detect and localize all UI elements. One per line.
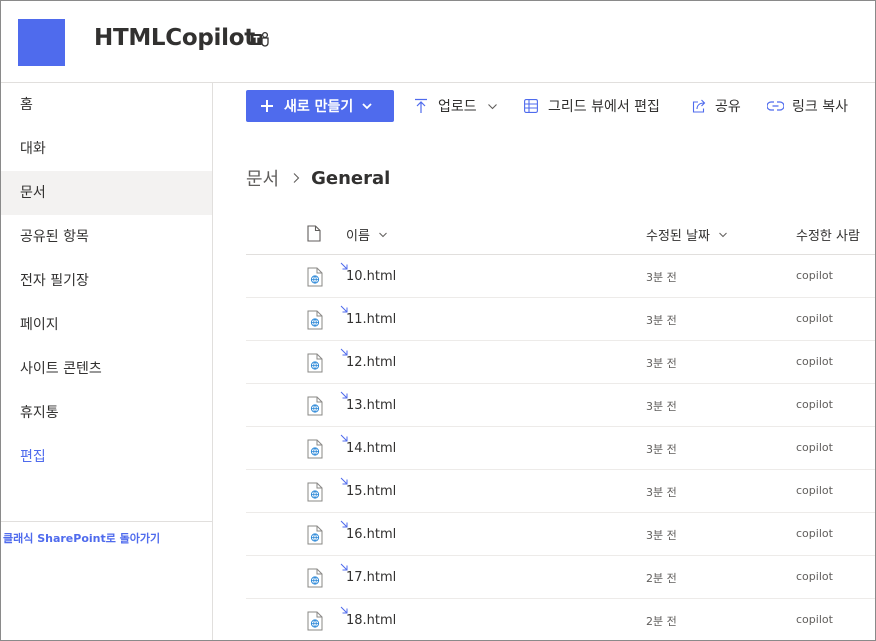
file-name-link[interactable]: 17.html (346, 570, 396, 585)
new-button[interactable]: 새로 만들기 (246, 90, 394, 122)
modified-by: copilot (796, 613, 833, 626)
nav-item-site-contents[interactable]: 사이트 콘텐츠 (1, 347, 212, 391)
nav-item-recycle-bin[interactable]: 휴지통 (1, 391, 212, 435)
link-icon (767, 101, 784, 111)
modified-by: copilot (796, 441, 833, 454)
html-file-icon (307, 396, 323, 416)
file-name-link[interactable]: 12.html (346, 355, 396, 370)
list-row[interactable]: 18.html 2분 전 copilot (246, 599, 875, 640)
sharepoint-window: HTMLCopilot 홈 대화 문서 공유된 항목 전자 필기장 페이지 사이… (0, 0, 876, 641)
chevron-right-icon (293, 173, 300, 183)
plus-icon (261, 100, 273, 112)
nav-divider (1, 521, 212, 522)
chevron-down-icon (362, 103, 372, 110)
list-row[interactable]: 10.html 3분 전 copilot (246, 255, 875, 298)
upload-label: 업로드 (438, 99, 477, 115)
html-file-icon (307, 439, 323, 459)
file-name-link[interactable]: 13.html (346, 398, 396, 413)
html-file-icon (307, 353, 323, 373)
file-name-link[interactable]: 14.html (346, 441, 396, 456)
html-file-icon (307, 568, 323, 588)
modified-by: copilot (796, 484, 833, 497)
html-file-icon (307, 310, 323, 330)
modified-by: copilot (796, 269, 833, 282)
column-name-label: 이름 (346, 229, 370, 244)
column-modified-by-label: 수정한 사람 (796, 229, 860, 244)
nav-edit-link[interactable]: 편집 (1, 435, 212, 479)
modified-date: 2분 전 (646, 572, 677, 585)
modified-date: 3분 전 (646, 400, 677, 413)
upload-button[interactable]: 업로드 (414, 91, 498, 121)
modified-by: copilot (796, 570, 833, 583)
modified-date: 3분 전 (646, 271, 677, 284)
nav-item-notebook[interactable]: 전자 필기장 (1, 259, 212, 303)
html-file-icon (307, 611, 323, 631)
teams-icon[interactable] (250, 31, 270, 49)
list-row[interactable]: 16.html 3분 전 copilot (246, 513, 875, 556)
file-name-link[interactable]: 18.html (346, 613, 396, 628)
new-button-label: 새로 만들기 (284, 99, 354, 115)
chevron-down-icon (487, 103, 497, 109)
list-row[interactable]: 13.html 3분 전 copilot (246, 384, 875, 427)
modified-date: 3분 전 (646, 314, 677, 327)
command-bar: 새로 만들기 업로드 그리드 뷰에서 편집 공유 링크 복사 (213, 83, 875, 127)
left-navigation: 홈 대화 문서 공유된 항목 전자 필기장 페이지 사이트 콘텐츠 휴지통 편집… (1, 83, 213, 640)
list-row[interactable]: 15.html 3분 전 copilot (246, 470, 875, 513)
list-row[interactable]: 14.html 3분 전 copilot (246, 427, 875, 470)
share-label: 공유 (715, 99, 741, 115)
modified-by: copilot (796, 355, 833, 368)
modified-date: 2분 전 (646, 615, 677, 628)
site-title[interactable]: HTMLCopilot (94, 25, 255, 51)
list-header: 이름 수정된 날짜 수정한 사람 (246, 212, 875, 255)
html-file-icon (307, 267, 323, 287)
breadcrumb-current: General (311, 167, 391, 189)
modified-date: 3분 전 (646, 443, 677, 456)
site-header: HTMLCopilot (1, 1, 875, 83)
list-row[interactable]: 11.html 3분 전 copilot (246, 298, 875, 341)
chevron-down-icon (379, 232, 387, 237)
upload-icon (415, 98, 427, 113)
modified-date: 3분 전 (646, 357, 677, 370)
nav-item-documents[interactable]: 문서 (1, 171, 212, 215)
edit-grid-view-label: 그리드 뷰에서 편집 (548, 99, 660, 115)
column-header-name[interactable]: 이름 (346, 225, 388, 244)
breadcrumb-root[interactable]: 문서 (246, 165, 279, 191)
modified-date: 3분 전 (646, 529, 677, 542)
modified-date: 3분 전 (646, 486, 677, 499)
breadcrumb: 문서 General (246, 164, 390, 192)
share-button[interactable]: 공유 (692, 91, 741, 121)
nav-item-home[interactable]: 홈 (1, 83, 212, 127)
chevron-down-icon (719, 232, 727, 237)
modified-by: copilot (796, 312, 833, 325)
column-header-modified-by[interactable]: 수정한 사람 (796, 225, 860, 244)
classic-sharepoint-link[interactable]: 클래식 SharePoint로 돌아가기 (3, 530, 160, 546)
list-rows: 10.html 3분 전 copilot 11.html 3분 전 copilo… (246, 255, 875, 640)
nav-item-pages[interactable]: 페이지 (1, 303, 212, 347)
copy-link-button[interactable]: 링크 복사 (767, 91, 848, 121)
nav-item-conversations[interactable]: 대화 (1, 127, 212, 171)
share-icon (692, 99, 706, 113)
edit-grid-view-button[interactable]: 그리드 뷰에서 편집 (524, 91, 660, 121)
list-row[interactable]: 12.html 3분 전 copilot (246, 341, 875, 384)
file-name-link[interactable]: 15.html (346, 484, 396, 499)
file-name-link[interactable]: 10.html (346, 269, 396, 284)
document-list: 이름 수정된 날짜 수정한 사람 10.html 3분 전 copilot 11… (246, 212, 875, 640)
copy-link-label: 링크 복사 (792, 99, 848, 115)
list-row[interactable]: 17.html 2분 전 copilot (246, 556, 875, 599)
file-type-icon[interactable] (307, 225, 321, 242)
modified-by: copilot (796, 398, 833, 411)
html-file-icon (307, 482, 323, 502)
file-name-link[interactable]: 16.html (346, 527, 396, 542)
column-header-modified[interactable]: 수정된 날짜 (646, 225, 728, 244)
file-name-link[interactable]: 11.html (346, 312, 396, 327)
site-logo[interactable] (18, 19, 65, 66)
nav-item-shared[interactable]: 공유된 항목 (1, 215, 212, 259)
modified-by: copilot (796, 527, 833, 540)
column-modified-label: 수정된 날짜 (646, 229, 710, 244)
grid-icon (524, 99, 538, 113)
html-file-icon (307, 525, 323, 545)
